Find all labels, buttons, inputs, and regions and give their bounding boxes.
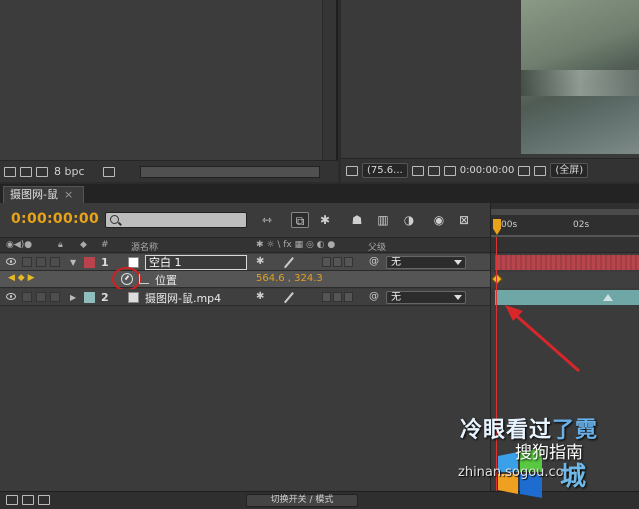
project-panel: 8 bpc — [0, 0, 338, 182]
layer-list-empty-area[interactable] — [0, 306, 490, 491]
resolution-dropdown[interactable]: (全屏) — [550, 163, 589, 178]
project-bottom-bar: 8 bpc — [0, 160, 338, 182]
timeline-controls: 0:00:00:00 ⇿ ⧉ ✱ ☗ ▥ ◑ ◉ ⊠ — [0, 203, 490, 237]
trash-icon[interactable] — [102, 166, 115, 177]
camera-icon[interactable] — [518, 165, 531, 176]
grid-icon[interactable] — [411, 165, 424, 176]
frame-blending-icon[interactable]: ▥ — [374, 212, 392, 228]
layer-name-edit[interactable]: 空白 1 — [145, 255, 247, 270]
num-column[interactable]: # — [101, 240, 109, 250]
parent-column[interactable]: 父级 — [368, 240, 386, 253]
mask-icon[interactable] — [427, 165, 440, 176]
transfer-controls-icon[interactable] — [22, 495, 34, 505]
timecode-clock-icon[interactable] — [443, 165, 456, 176]
eye-icon[interactable] — [6, 293, 16, 300]
toggle-switches-modes-button[interactable]: 切换开关 / 模式 — [246, 494, 358, 507]
pick-whip-icon[interactable]: @ — [369, 256, 379, 267]
bpc-label[interactable]: 8 bpc — [54, 165, 85, 178]
switch-boxes[interactable] — [322, 257, 364, 267]
solo-toggle[interactable] — [36, 257, 46, 267]
label-icon[interactable]: ◆ — [80, 240, 87, 250]
table-row[interactable]: ▼ 1 空白 1 ✱ @ 无 — [0, 254, 490, 271]
site-watermark: zhinan.sogou.com — [458, 465, 577, 480]
quality-switch[interactable] — [284, 257, 294, 267]
parent-dropdown[interactable]: 无 — [386, 291, 466, 304]
viewer-panel: (75.6... 0:00:00:00 (全屏) — [341, 0, 639, 182]
3d-draft-icon[interactable]: ✱ — [316, 212, 334, 228]
keyframe-navigator[interactable]: ◀ ◆ ▶ — [8, 273, 35, 283]
search-icon — [110, 215, 119, 224]
footage-layer-icon — [128, 292, 139, 303]
lock-icon[interactable]: 🔒︎ — [58, 240, 63, 250]
motion-blur-icon[interactable]: ◑ — [400, 212, 418, 228]
table-row[interactable]: ▶ 2 摄图网-鼠.mp4 ✱ @ 无 — [0, 289, 490, 306]
solo-toggle[interactable] — [36, 292, 46, 302]
viewer-bottom-bar: (75.6... 0:00:00:00 (全屏) — [341, 158, 639, 182]
shy-switch-icon[interactable]: ✱ — [256, 256, 264, 267]
pick-whip-icon[interactable]: @ — [369, 291, 379, 302]
project-horizontal-scrollbar[interactable] — [140, 166, 320, 178]
new-composition-icon[interactable] — [36, 166, 48, 177]
mini-flowchart-icon[interactable]: ⇿ — [258, 212, 276, 228]
interpret-footage-icon[interactable] — [4, 166, 16, 177]
close-icon[interactable]: × — [64, 188, 73, 201]
comp-nav-icon[interactable]: ⧉ — [291, 212, 309, 228]
current-time-display[interactable]: 0:00:00:00 — [11, 211, 99, 227]
brainstorm-icon[interactable]: ⊠ — [455, 212, 473, 228]
channels-icon[interactable] — [534, 165, 547, 176]
lock-toggle[interactable] — [50, 257, 60, 267]
layer-number: 1 — [101, 256, 109, 269]
composition-preview[interactable] — [521, 0, 639, 154]
graph-icon[interactable] — [139, 274, 149, 284]
composition-tab[interactable]: 摄图网-鼠 × — [3, 186, 85, 203]
cheng-watermark: 城 — [560, 462, 587, 492]
in-out-icon[interactable] — [38, 495, 50, 505]
position-property-row[interactable]: ◀ ◆ ▶ 位置 564.6 , 324.3 — [0, 267, 490, 291]
switches-column-icons[interactable]: ✱ ☼ \ fx ▦ ◎ ◐ ● — [256, 240, 335, 250]
timeline-tabbar: 摄图网-鼠 × — [0, 184, 639, 203]
composition-tab-label: 摄图网-鼠 — [10, 188, 58, 201]
chevron-down-icon — [454, 295, 462, 300]
av-features-icon[interactable]: ◉◀)● — [6, 240, 32, 250]
folder-icon[interactable] — [20, 166, 32, 177]
property-value[interactable]: 564.6 , 324.3 — [256, 273, 323, 284]
layer-search-input[interactable] — [105, 212, 247, 228]
parent-value: 无 — [391, 257, 401, 268]
lock-toggle[interactable] — [50, 292, 60, 302]
graph-editor-icon[interactable]: ◉ — [430, 212, 448, 228]
property-name: 位置 — [155, 274, 177, 287]
label-color-swatch[interactable] — [84, 257, 95, 268]
layer-switches-icon[interactable] — [6, 495, 18, 505]
quality-switch[interactable] — [284, 292, 294, 302]
zoom-dropdown[interactable]: (75.6... — [362, 163, 408, 178]
audio-toggle[interactable] — [22, 257, 32, 267]
parent-dropdown[interactable]: 无 — [386, 256, 466, 269]
project-scrollbar[interactable] — [322, 0, 336, 160]
chevron-right-icon[interactable]: ▶ — [70, 293, 76, 302]
layer-column-header: ◉◀)● 🔒︎ ◆ # 源名称 ✱ ☼ \ fx ▦ ◎ ◐ ● 父级 — [0, 237, 490, 253]
layer-name[interactable]: 摄图网-鼠.mp4 — [145, 290, 221, 306]
chevron-down-icon[interactable]: ▼ — [70, 258, 76, 267]
parent-value: 无 — [391, 292, 401, 303]
switch-boxes[interactable] — [322, 292, 364, 302]
chevron-down-icon — [454, 260, 462, 265]
shy-layers-icon[interactable]: ☗ — [348, 212, 366, 228]
shy-switch-icon[interactable]: ✱ — [256, 291, 264, 302]
audio-toggle[interactable] — [22, 292, 32, 302]
viewer-timecode[interactable]: 0:00:00:00 — [460, 165, 515, 176]
monitor-icon[interactable] — [346, 165, 358, 176]
layer-number: 2 — [101, 291, 109, 304]
highlight-circle — [112, 267, 141, 291]
eye-icon[interactable] — [6, 258, 16, 265]
source-name-column[interactable]: 源名称 — [131, 240, 158, 253]
label-color-swatch[interactable] — [84, 292, 95, 303]
